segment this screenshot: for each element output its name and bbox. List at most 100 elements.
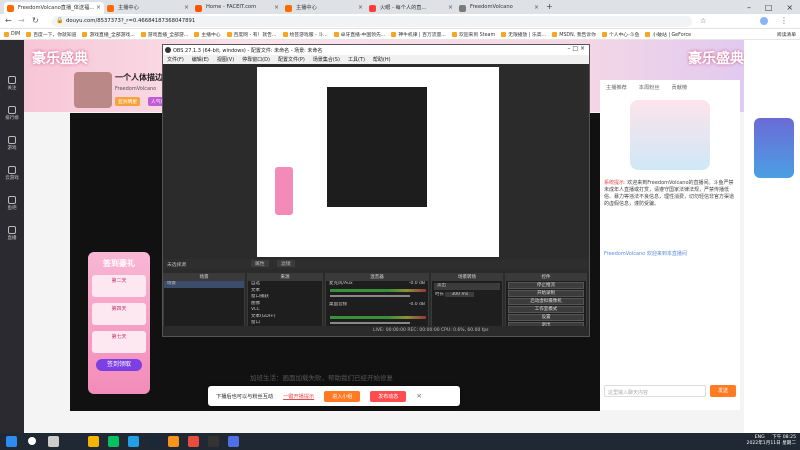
scene-item[interactable]: 场景 [164, 281, 244, 288]
start-icon[interactable] [6, 436, 17, 447]
bookmark-item[interactable]: 百度网 - 有！就告... [226, 31, 277, 38]
menu-file[interactable]: 文件(F) [167, 56, 184, 63]
bookmark-item[interactable]: DIM [4, 31, 20, 37]
steam-taskbar-icon[interactable] [148, 436, 159, 447]
browser-tab-anchor-center[interactable]: 主播中心 × [104, 2, 192, 14]
bookmark-item[interactable]: 神牛机律 | 百万流量... [391, 31, 446, 38]
chat-input[interactable]: 这里输入聊天内容 [604, 385, 706, 397]
search-icon[interactable] [28, 437, 36, 445]
cloud-icon [8, 166, 16, 174]
close-icon[interactable]: × [358, 4, 363, 11]
close-icon[interactable]: × [534, 4, 539, 11]
bookmark-item[interactable]: 游戏直播_全部游... [140, 31, 188, 38]
tab-contribution[interactable]: 贡献榜 [672, 84, 688, 94]
menu-docks[interactable]: 停靠窗口(D) [242, 56, 270, 63]
toast-link[interactable]: 一键开播提示 [283, 393, 314, 400]
bookmark-item[interactable]: 个人中心-斗鱼 [601, 31, 639, 38]
mic-volume-slider[interactable] [330, 295, 410, 297]
mic-level-meter [330, 289, 426, 292]
menu-scene-collection[interactable]: 场景集合(S) [313, 56, 340, 63]
bookmark-item[interactable]: MSDN, 我告诉你 [552, 31, 596, 38]
url-input[interactable]: 🔒 douyu.com/8537373?_r=0.466841873680478… [52, 16, 692, 27]
streamer-id[interactable]: FreedomVolcano [115, 86, 156, 92]
obs-preview-canvas[interactable] [257, 67, 499, 257]
bookmark-item[interactable]: 绘芸游戏服 - 斗... [282, 31, 328, 38]
close-window-icon[interactable]: × [786, 3, 793, 12]
enter-group-button[interactable]: 进入小组 [324, 390, 361, 402]
back-icon[interactable]: ← [5, 16, 12, 25]
tab-anchor-recommend[interactable]: 主播推荐 [606, 84, 627, 94]
sidebar-item-cloud-games[interactable]: 云游戏 [2, 166, 22, 181]
minimize-icon[interactable]: – [747, 3, 751, 12]
reload-icon[interactable]: ↻ [32, 16, 39, 25]
app-taskbar-icon[interactable] [168, 436, 179, 447]
browser-tab-freedomvolcano[interactable]: FreedomVolcano × [456, 2, 542, 14]
preview-nested-capture [327, 87, 427, 207]
close-icon[interactable]: × [448, 4, 453, 11]
sidebar-item-live[interactable]: 直播 [2, 226, 22, 241]
reading-list[interactable]: 阅读清单 [777, 31, 796, 38]
bookmark-item[interactable]: 主播中心 [194, 31, 221, 38]
close-icon[interactable]: × [274, 4, 279, 11]
input-language[interactable]: ENG [755, 435, 765, 440]
task-view-icon[interactable] [48, 436, 59, 447]
menu-edit[interactable]: 编辑(E) [192, 56, 209, 63]
new-tab-icon[interactable]: + [546, 2, 553, 11]
menu-icon[interactable]: ⋮ [780, 16, 788, 25]
app-taskbar-icon[interactable] [228, 436, 239, 447]
duration-input[interactable]: 300 ms [445, 291, 475, 297]
right-promo-column [744, 40, 800, 433]
lock-icon: 🔒 [56, 17, 64, 24]
window-controls: – □ × [740, 0, 800, 14]
streamer-avatar[interactable] [74, 72, 112, 108]
sidebar-item-follow[interactable]: 关注 [2, 76, 22, 91]
menu-view[interactable]: 视图(V) [217, 56, 234, 63]
stop-streaming-button[interactable]: 停止推流 [508, 282, 584, 289]
studio-mode-button[interactable]: 工作室模式 [508, 306, 584, 313]
start-recording-button[interactable]: 开始录制 [508, 290, 584, 297]
extensions-icon[interactable]: ☆ [700, 17, 706, 25]
transition-select[interactable]: 淡出 [434, 283, 500, 290]
browser-tab-faceit[interactable]: Home - FACEIT.com × [192, 2, 282, 14]
profile-avatar[interactable] [760, 17, 768, 25]
obs-title-bar: OBS 27.1.3 (64-bit, windows) - 配置文件: 未命名… [163, 45, 589, 55]
settings-button[interactable]: 设置 [508, 314, 584, 321]
bookmark-item[interactable]: 欢迎来到 Steam [451, 31, 495, 38]
send-button[interactable]: 发送 [710, 385, 736, 397]
obs-window-controls[interactable]: – □ × [567, 45, 585, 52]
maximize-icon[interactable]: □ [765, 3, 773, 12]
bookmark-item[interactable]: 百度一下，你就知道 [26, 31, 76, 38]
app-taskbar-icon[interactable] [128, 436, 139, 447]
menu-profile[interactable]: 配置文件(P) [278, 56, 305, 63]
sidebar-item-yuba[interactable]: 鱼吧 [2, 196, 22, 211]
bookmark-item[interactable]: 游戏直播_全部游戏... [82, 31, 135, 38]
virtual-camera-button[interactable]: 启动虚拟摄像机 [508, 298, 584, 305]
clock-time[interactable]: 下午 08:25 [772, 435, 796, 440]
menu-help[interactable]: 帮助(H) [373, 56, 391, 63]
bookmark-item[interactable]: 卓牙直播-中国领先... [333, 31, 385, 38]
menu-tools[interactable]: 工具(T) [348, 56, 365, 63]
close-icon[interactable]: × [416, 392, 422, 400]
filters-button[interactable]: 滤镜 [277, 260, 295, 267]
desktop-volume-slider[interactable] [330, 322, 410, 324]
bookmark-item[interactable]: 小破站 | GeForce [645, 31, 691, 38]
sidebar-item-games[interactable]: 游戏 [2, 136, 22, 151]
chat-panel: 主播推荐 本周粉丝 贡献榜 系统提示: 欢迎来到FreedomVolcano的直… [600, 80, 740, 410]
tab-weekly-fans[interactable]: 本周粉丝 [639, 84, 660, 94]
sidebar-item-rank[interactable]: 排行榜 [2, 106, 22, 121]
browser-tab-anchor-center-2[interactable]: 主播中心 × [282, 2, 366, 14]
obs-taskbar-icon[interactable] [208, 436, 219, 447]
close-icon[interactable]: × [184, 4, 189, 11]
bookmark-item[interactable]: 无限播放 | 乐高... [501, 31, 546, 38]
forward-icon[interactable]: → [18, 16, 25, 25]
wechat-taskbar-icon[interactable] [108, 436, 119, 447]
app-taskbar-icon[interactable] [188, 436, 199, 447]
properties-button[interactable]: 属性 [251, 260, 269, 267]
signin-claim-button[interactable]: 签到领取 [96, 359, 142, 371]
post-update-button[interactable]: 发布动态 [370, 390, 407, 402]
chrome-taskbar-icon[interactable] [88, 436, 99, 447]
browser-tab-huoyan[interactable]: 火眼 - 每个人的直... × [366, 2, 456, 14]
browser-tab-douyu[interactable]: FreedomVolcano直播_体送福... × [4, 2, 104, 14]
promo-card[interactable] [754, 118, 794, 178]
close-icon[interactable]: × [96, 4, 101, 11]
